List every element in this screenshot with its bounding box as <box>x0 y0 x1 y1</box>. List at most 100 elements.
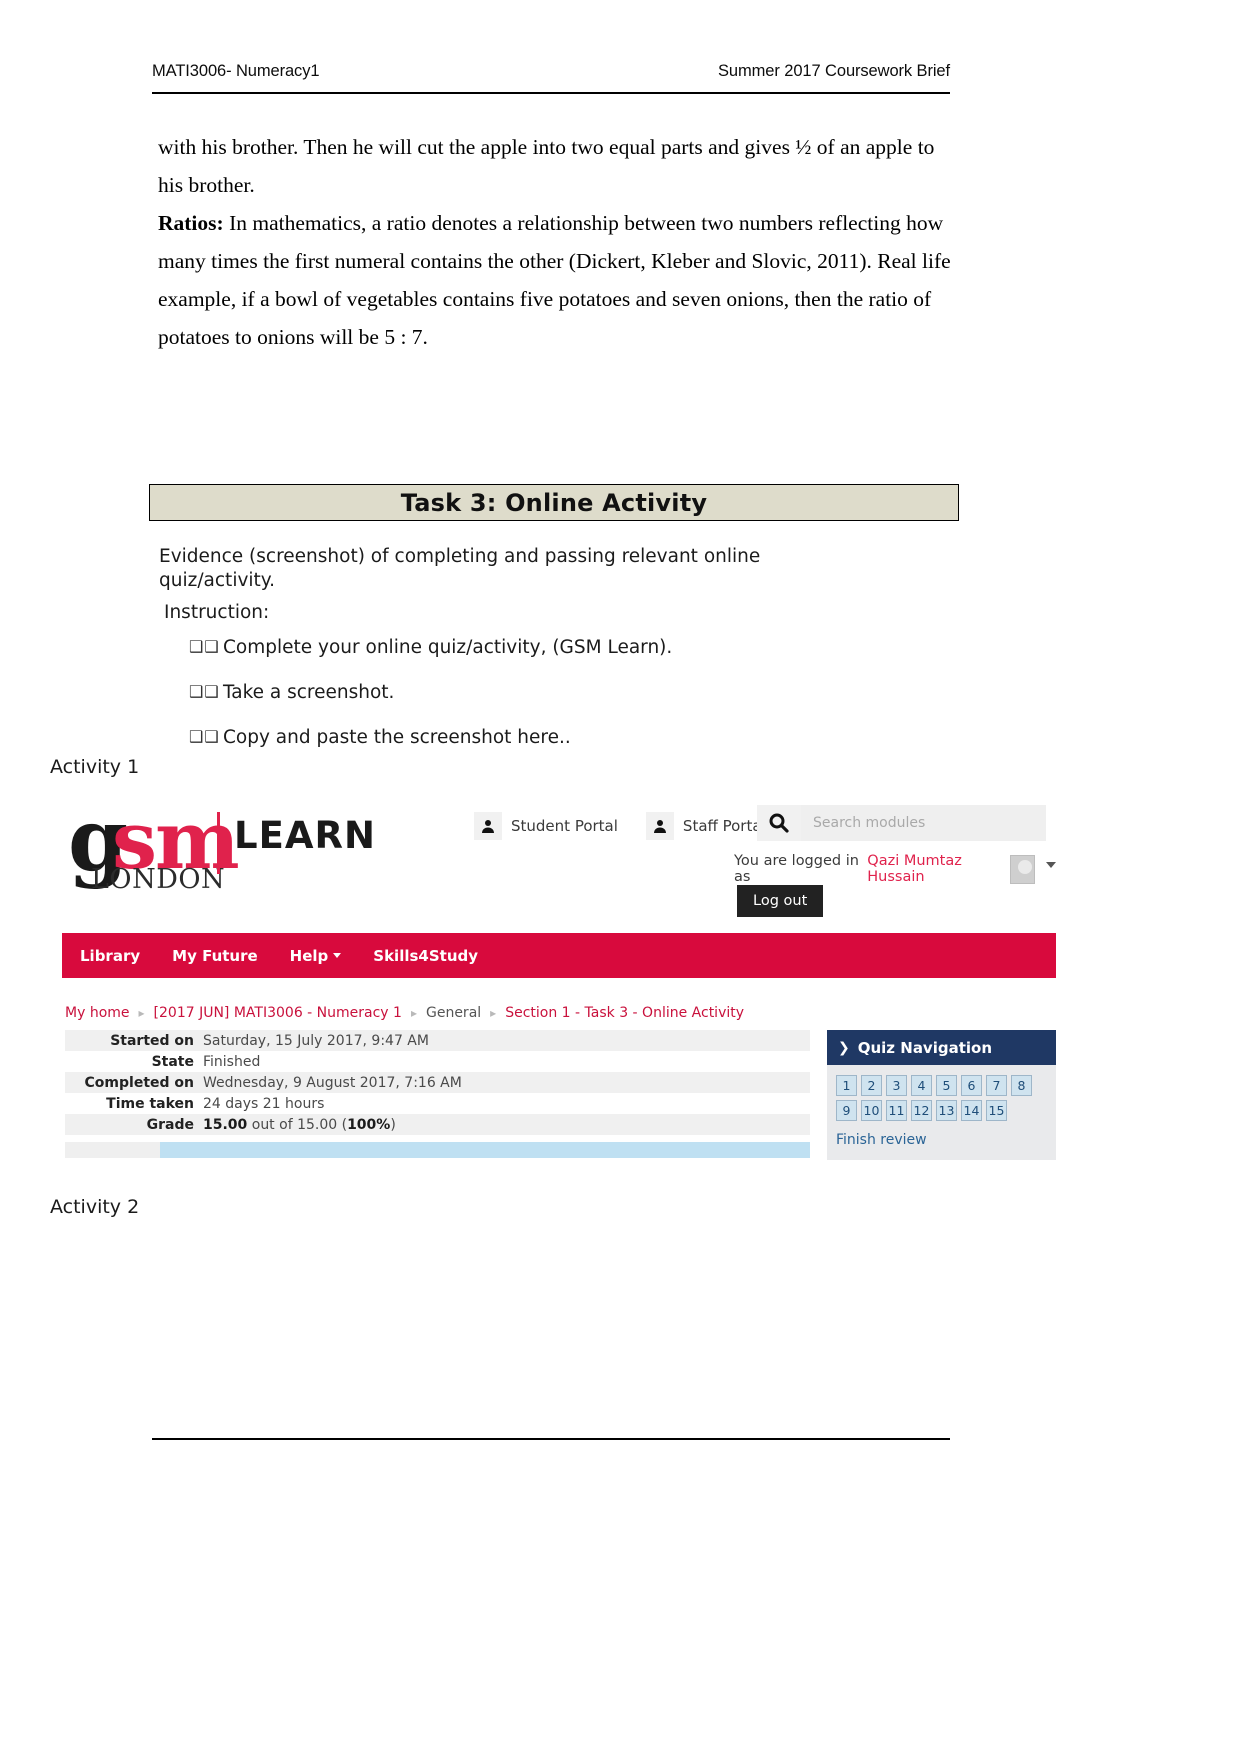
quiz-navigation-header[interactable]: ❯ Quiz Navigation <box>827 1030 1056 1065</box>
search-icon[interactable] <box>757 805 801 841</box>
logo-london-word: LONDON <box>91 864 226 895</box>
document-page: MATI3006- Numeracy1 Summer 2017 Coursewo… <box>0 0 1241 1754</box>
question-button-6[interactable]: 6 <box>961 1075 982 1096</box>
question-button-10[interactable]: 10 <box>861 1100 882 1121</box>
row-value: Wednesday, 9 August 2017, 7:16 AM <box>203 1074 462 1091</box>
question-button-2[interactable]: 2 <box>861 1075 882 1096</box>
body-copy: with his brother. Then he will cut the a… <box>158 128 958 356</box>
student-portal-label: Student Portal <box>511 817 618 835</box>
list-item-label: Copy and paste the screenshot here.. <box>223 727 571 748</box>
grade-score: 15.00 <box>203 1116 248 1133</box>
quiz-navigation-panel: ❯ Quiz Navigation 1 2 3 4 5 6 7 8 9 10 1… <box>827 1030 1056 1160</box>
header-course-code: MATI3006- Numeracy1 <box>152 62 320 80</box>
grade-middle: out of 15.00 ( <box>247 1116 348 1133</box>
nav-item-label: My Future <box>172 946 258 965</box>
chevron-right-icon: ▸ <box>138 1006 145 1020</box>
paragraph-ratios: Ratios: In mathematics, a ratio denotes … <box>158 204 958 356</box>
nav-item-label: Help <box>289 946 329 965</box>
question-button-9[interactable]: 9 <box>836 1100 857 1121</box>
breadcrumb-item-module[interactable]: [2017 JUN] MATI3006 - Numeracy 1 <box>154 1005 402 1021</box>
instructions-lead: Evidence (screenshot) of completing and … <box>159 546 761 591</box>
chevron-right-icon: ▸ <box>490 1006 497 1020</box>
partial-row-left <box>65 1142 160 1158</box>
grade-tail: ) <box>390 1116 396 1133</box>
task-banner-title: Task 3: Online Activity <box>400 488 708 517</box>
finish-review-link[interactable]: Finish review <box>836 1132 1047 1148</box>
footer-divider <box>152 1438 950 1440</box>
embedded-screenshot: g sm LONDON LEARN Student Portal Staff P… <box>62 790 1056 1180</box>
grade-percent: 100% <box>347 1116 391 1133</box>
bullet-marker-icon: ❑❑ <box>189 637 220 656</box>
logged-in-text: You are logged in as <box>734 853 859 885</box>
question-button-7[interactable]: 7 <box>986 1075 1007 1096</box>
header-brief-title: Summer 2017 Coursework Brief <box>718 62 950 80</box>
logout-button[interactable]: Log out <box>737 885 824 917</box>
chevron-down-icon[interactable] <box>1046 862 1056 868</box>
header-divider <box>152 92 950 94</box>
list-item: ❑❑ Complete your online quiz/activity, (… <box>189 637 919 658</box>
chevron-right-icon: ▸ <box>410 1006 417 1020</box>
portal-links: Student Portal Staff Portal <box>474 812 766 840</box>
user-name-link[interactable]: Qazi Mumtaz Hussain <box>867 853 1002 885</box>
chevron-right-icon: ❯ <box>838 1039 850 1056</box>
row-key: Grade <box>146 1116 194 1133</box>
table-row: Time taken 24 days 21 hours <box>65 1093 810 1114</box>
person-icon <box>474 812 502 840</box>
row-key: Started on <box>110 1032 194 1049</box>
instructions-heading: Instruction: <box>164 602 270 623</box>
instructions-list: ❑❑ Complete your online quiz/activity, (… <box>159 637 919 748</box>
row-key: Completed on <box>84 1074 194 1091</box>
table-row: Started on Saturday, 15 July 2017, 9:47 … <box>65 1030 810 1051</box>
list-item: ❑❑ Copy and paste the screenshot here.. <box>189 727 919 748</box>
logged-in-status: You are logged in as Qazi Mumtaz Hussain <box>734 853 1056 885</box>
breadcrumb-item-general[interactable]: General <box>426 1005 481 1021</box>
question-button-15[interactable]: 15 <box>986 1100 1007 1121</box>
staff-portal-label: Staff Portal <box>682 817 766 835</box>
quiz-navigation-title: Quiz Navigation <box>857 1038 993 1057</box>
nav-item-label: Skills4Study <box>373 946 479 965</box>
question-button-11[interactable]: 11 <box>886 1100 907 1121</box>
search-input[interactable] <box>801 805 1046 841</box>
nav-item-skills4study[interactable]: Skills4Study <box>373 947 478 965</box>
question-button-3[interactable]: 3 <box>886 1075 907 1096</box>
activity-2-label: Activity 2 <box>50 1196 140 1218</box>
question-button-grid: 1 2 3 4 5 6 7 8 9 10 11 12 13 14 15 <box>836 1075 1046 1121</box>
question-button-1[interactable]: 1 <box>836 1075 857 1096</box>
list-item: ❑❑ Take a screenshot. <box>189 682 919 703</box>
question-button-12[interactable]: 12 <box>911 1100 932 1121</box>
student-portal-link[interactable]: Student Portal <box>474 812 618 840</box>
question-button-8[interactable]: 8 <box>1011 1075 1032 1096</box>
nav-item-library[interactable]: Library <box>80 947 140 965</box>
table-row: Grade 15.00 out of 15.00 (100%) <box>65 1114 810 1135</box>
ratios-label: Ratios: <box>158 211 224 235</box>
ratios-text: In mathematics, a ratio denotes a relati… <box>158 211 951 349</box>
list-item-label: Take a screenshot. <box>223 682 395 703</box>
staff-portal-link[interactable]: Staff Portal <box>645 812 766 840</box>
nav-item-my-future[interactable]: My Future <box>172 947 258 965</box>
nav-item-help[interactable]: Help <box>290 947 342 965</box>
question-button-5[interactable]: 5 <box>936 1075 957 1096</box>
table-row: State Finished <box>65 1051 810 1072</box>
table-row: Completed on Wednesday, 9 August 2017, 7… <box>65 1072 810 1093</box>
activity-1-label: Activity 1 <box>50 756 140 778</box>
quiz-navigation-body: 1 2 3 4 5 6 7 8 9 10 11 12 13 14 15 Fini… <box>827 1065 1056 1160</box>
avatar[interactable] <box>1009 854 1035 884</box>
breadcrumb: My home ▸ [2017 JUN] MATI3006 - Numeracy… <box>65 1005 744 1021</box>
row-key: Time taken <box>106 1095 194 1112</box>
list-item-label: Complete your online quiz/activity, (GSM… <box>223 637 673 658</box>
row-value-grade: 15.00 out of 15.00 (100%) <box>203 1117 396 1133</box>
row-value: 24 days 21 hours <box>203 1095 325 1112</box>
chevron-down-icon <box>333 953 342 958</box>
logo-learn-word: LEARN <box>234 814 376 857</box>
instructions-block: Evidence (screenshot) of completing and … <box>159 545 919 772</box>
question-button-14[interactable]: 14 <box>961 1100 982 1121</box>
question-button-13[interactable]: 13 <box>936 1100 957 1121</box>
breadcrumb-item-activity[interactable]: Section 1 - Task 3 - Online Activity <box>505 1005 744 1021</box>
question-button-4[interactable]: 4 <box>911 1075 932 1096</box>
breadcrumb-item-my-home[interactable]: My home <box>65 1005 130 1021</box>
document-running-header: MATI3006- Numeracy1 Summer 2017 Coursewo… <box>152 62 950 81</box>
row-value: Finished <box>203 1053 261 1070</box>
main-navbar: Library My Future Help Skills4Study <box>62 933 1056 978</box>
partial-row-highlight <box>160 1142 810 1158</box>
gsm-learn-logo: g sm LONDON LEARN <box>66 798 375 898</box>
